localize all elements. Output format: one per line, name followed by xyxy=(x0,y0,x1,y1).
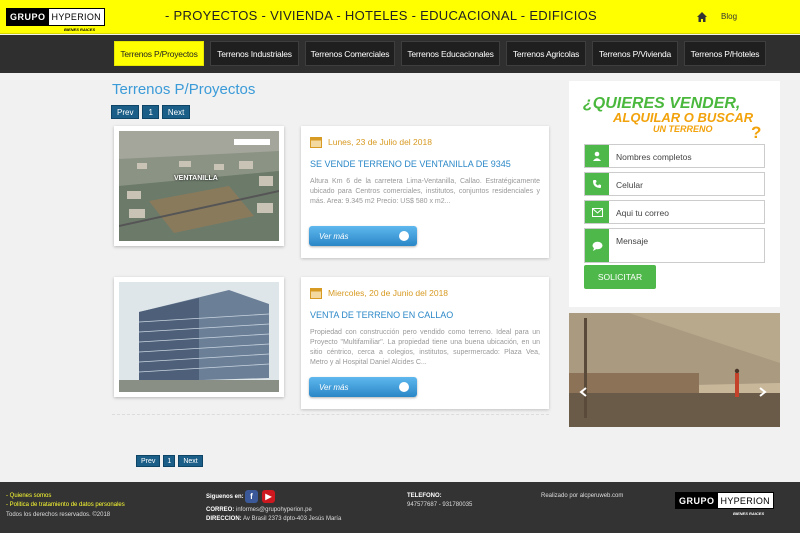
listing-1-image[interactable]: VENTANILLA xyxy=(114,126,284,246)
logo-subtitle: BIENES RAICES xyxy=(64,27,96,32)
listing-date: Lunes, 23 de Julio del 2018 xyxy=(328,137,432,147)
pagination-top: Prev 1 Next xyxy=(111,105,191,119)
chevron-right-icon[interactable] xyxy=(759,387,767,397)
solicitar-button[interactable]: SOLICITAR xyxy=(584,265,656,289)
listing-title[interactable]: SE VENDE TERRENO DE VENTANILLA DE 9345 xyxy=(310,159,540,169)
email-input[interactable]: Aqui tu correo xyxy=(609,201,764,223)
logo-main: GRUPO xyxy=(679,496,715,506)
policy-link[interactable]: - Politica de tratamiento de datos perso… xyxy=(6,501,125,509)
land-photo xyxy=(569,313,780,427)
logo-brand: HYPERION xyxy=(717,493,773,508)
ver-mas-button[interactable]: Ver más xyxy=(309,226,417,246)
follow-label: Siguenos en: xyxy=(206,494,244,500)
email-value[interactable]: informes@grupohyperion.pe xyxy=(236,507,312,513)
email-field[interactable]: Aqui tu correo xyxy=(584,200,765,224)
tab-terrenos-hoteles[interactable]: Terrenos P/Hoteles xyxy=(684,41,766,66)
logo-brand: HYPERION xyxy=(48,9,104,25)
phone-numbers: 947577687 - 931780035 xyxy=(407,502,473,508)
top-bar: GRUPO HYPERION BIENES RAICES - PROYECTOS… xyxy=(0,0,800,34)
email-row: CORREO: informes@grupohyperion.pe xyxy=(206,506,312,514)
building-photo xyxy=(119,282,279,392)
footer-logo[interactable]: GRUPO HYPERION xyxy=(675,492,774,509)
ver-mas-label: Ver más xyxy=(319,382,349,392)
about-link[interactable]: - Quienes somos xyxy=(6,492,51,500)
address-row: DIRECCION: Av Brasil 2373 dpto-403 Jesús… xyxy=(206,515,341,523)
facebook-icon[interactable]: f xyxy=(245,490,258,503)
arrow-right-icon xyxy=(399,382,409,392)
category-nav: Terrenos P/Proyectos Terrenos Industrial… xyxy=(0,35,800,73)
next-button[interactable]: Next xyxy=(161,105,191,119)
arrow-right-icon xyxy=(399,231,409,241)
headline-line-2: ALQUILAR O BUSCAR xyxy=(613,110,754,125)
phone-input[interactable]: Celular xyxy=(609,173,764,195)
page-title: Terrenos P/Proyectos xyxy=(112,81,256,98)
made-by[interactable]: Realizado por alcperuweb.com xyxy=(541,492,623,500)
phone-icon xyxy=(585,173,609,195)
form-headline: ¿QUIERES VENDER, ALQUILAR O BUSCAR UN TE… xyxy=(583,95,773,135)
headline-question-mark: ? xyxy=(751,123,762,142)
tab-terrenos-educacionales[interactable]: Terrenos Educacionales xyxy=(401,41,500,66)
tab-terrenos-agricolas[interactable]: Terrenos Agricolas xyxy=(506,41,586,66)
ver-mas-label: Ver más xyxy=(319,231,349,241)
logo[interactable]: GRUPO HYPERION xyxy=(6,8,105,26)
youtube-icon[interactable]: ▶ xyxy=(262,490,275,503)
ver-mas-button[interactable]: Ver más xyxy=(309,377,417,397)
chevron-left-icon[interactable] xyxy=(579,387,587,397)
listing-2-image[interactable] xyxy=(114,277,284,397)
footer-logo-subtitle: BIENES RAICES xyxy=(733,511,765,516)
email-label: CORREO: xyxy=(206,507,235,513)
address-value: Av Brasil 2373 dpto-403 Jesús María xyxy=(243,516,342,522)
page-1-button[interactable]: 1 xyxy=(163,455,176,467)
pagination-bottom: Prev 1 Next xyxy=(136,455,203,467)
listing-description: Propiedad con construcción pero vendido … xyxy=(310,329,540,366)
calendar-icon xyxy=(310,288,322,299)
divider xyxy=(112,414,549,415)
listing-date: Miercoles, 20 de Junio del 2018 xyxy=(328,288,449,298)
blog-link[interactable]: Blog xyxy=(721,12,737,21)
footer: - Quienes somos - Politica de tratamient… xyxy=(0,482,800,533)
tab-terrenos-industriales[interactable]: Terrenos Industriales xyxy=(210,41,299,66)
chat-bubble-icon xyxy=(585,229,609,262)
photo-carousel[interactable] xyxy=(569,313,780,427)
envelope-icon xyxy=(585,201,609,223)
user-icon xyxy=(585,145,609,167)
aerial-photo xyxy=(119,131,279,241)
scrolling-marquee: - PROYECTOS - VIVIENDA - HOTELES - EDUCA… xyxy=(165,8,598,23)
calendar-icon xyxy=(310,137,322,148)
listing-title[interactable]: VENTA DE TERRENO EN CALLAO xyxy=(310,310,540,320)
logo-main: GRUPO xyxy=(10,12,46,22)
listing-description: Altura Km 6 de la carretera Lima-Ventani… xyxy=(310,178,540,205)
phone-field[interactable]: Celular xyxy=(584,172,765,196)
contact-form: ¿QUIERES VENDER, ALQUILAR O BUSCAR UN TE… xyxy=(569,81,780,307)
copyright: Todos los derechos reservados. ©2018 xyxy=(6,512,111,518)
page-1-button[interactable]: 1 xyxy=(142,105,159,119)
name-field[interactable]: Nombres completos xyxy=(584,144,765,168)
name-input[interactable]: Nombres completos xyxy=(609,145,764,167)
address-label: DIRECCION: xyxy=(206,516,242,522)
next-button[interactable]: Next xyxy=(178,455,203,467)
home-icon[interactable] xyxy=(696,11,708,23)
phone-label: TELEFONO: xyxy=(407,493,442,499)
message-field[interactable]: Mensaje xyxy=(584,228,765,263)
prev-button[interactable]: Prev xyxy=(111,105,140,119)
tab-terrenos-proyectos[interactable]: Terrenos P/Proyectos xyxy=(114,41,204,66)
tab-terrenos-vivienda[interactable]: Terrenos P/Vivienda xyxy=(592,41,678,66)
message-textarea[interactable]: Mensaje xyxy=(609,229,764,262)
prev-button[interactable]: Prev xyxy=(136,455,161,467)
headline-line-3: UN TERRENO xyxy=(653,124,713,134)
image-caption: VENTANILLA xyxy=(174,175,218,182)
tab-terrenos-comerciales[interactable]: Terrenos Comerciales xyxy=(305,41,395,66)
